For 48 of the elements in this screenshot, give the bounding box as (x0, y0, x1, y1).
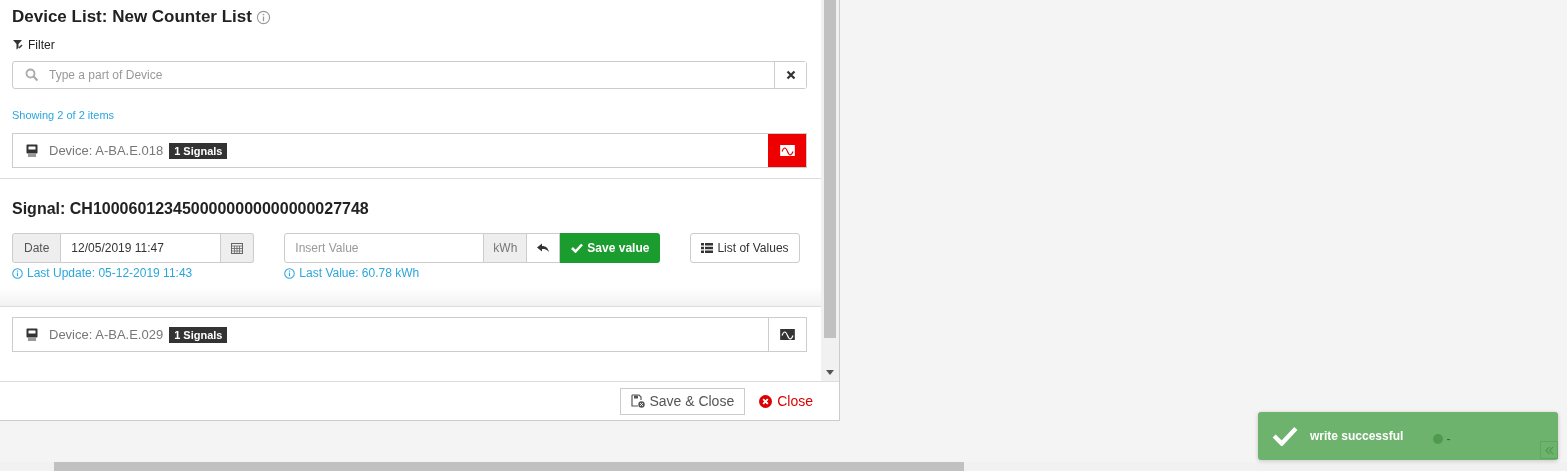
close-circle-icon (759, 394, 773, 408)
info-icon (1433, 434, 1444, 444)
device-icon (26, 144, 38, 157)
device-row[interactable]: Device: A-BA.E.018 1 Signals (12, 133, 807, 168)
last-value-text: Last Value: 60.78 kWh (299, 266, 420, 280)
list-of-values-button[interactable]: List of Values (690, 233, 800, 263)
down-arrow-icon[interactable] (826, 370, 834, 376)
toast-message: write successful (1310, 429, 1404, 443)
save-close-button[interactable]: Save & Close (620, 387, 746, 415)
info-icon (284, 267, 296, 279)
list-icon (701, 243, 714, 253)
unit-label: kWh (484, 233, 528, 263)
wave-icon (780, 145, 795, 156)
save-icon (631, 394, 646, 409)
check-icon (571, 243, 584, 253)
signal-count-badge: 1 Signals (169, 142, 228, 159)
undo-button[interactable] (527, 233, 561, 263)
reply-icon (537, 243, 550, 253)
last-update-text: Last Update: 05-12-2019 11:43 (27, 266, 193, 280)
signal-count-badge: 1 Signals (169, 326, 228, 343)
wave-icon (780, 329, 795, 340)
device-name: Device: A-BA.E.018 (49, 143, 164, 158)
info-icon[interactable] (255, 9, 271, 25)
calendar-button[interactable] (221, 233, 255, 263)
vertical-scrollbar[interactable] (821, 0, 839, 382)
dialog-title: Device List: New Counter List (12, 7, 252, 27)
search-icon (25, 68, 39, 82)
close-icon (785, 70, 796, 80)
value-field[interactable]: Insert Value (284, 233, 485, 263)
calendar-icon (231, 242, 244, 254)
search-field[interactable]: Type a part of Device (12, 61, 807, 89)
double-chevron-icon (1544, 445, 1554, 455)
signal-toggle-button[interactable] (768, 134, 806, 167)
filter-icon (12, 39, 24, 51)
save-value-button[interactable]: Save value (560, 233, 661, 263)
device-row[interactable]: Device: A-BA.E.029 1 Signals (12, 317, 807, 352)
filter-label: Filter (28, 38, 55, 52)
info-icon (12, 267, 23, 279)
check-icon (1272, 426, 1298, 446)
date-field[interactable]: 12/05/2019 11:47 (61, 233, 222, 263)
signal-title: Signal: CH1000601234500000000000000027748 (12, 200, 370, 218)
clear-button[interactable] (774, 62, 806, 88)
date-label: Date (12, 233, 62, 263)
toast-detail: - (1446, 432, 1451, 446)
close-button[interactable]: Close (759, 393, 813, 410)
item-count: Showing 2 of 2 items (12, 109, 116, 123)
device-name: Device: A-BA.E.029 (49, 327, 164, 342)
device-icon (26, 328, 38, 341)
